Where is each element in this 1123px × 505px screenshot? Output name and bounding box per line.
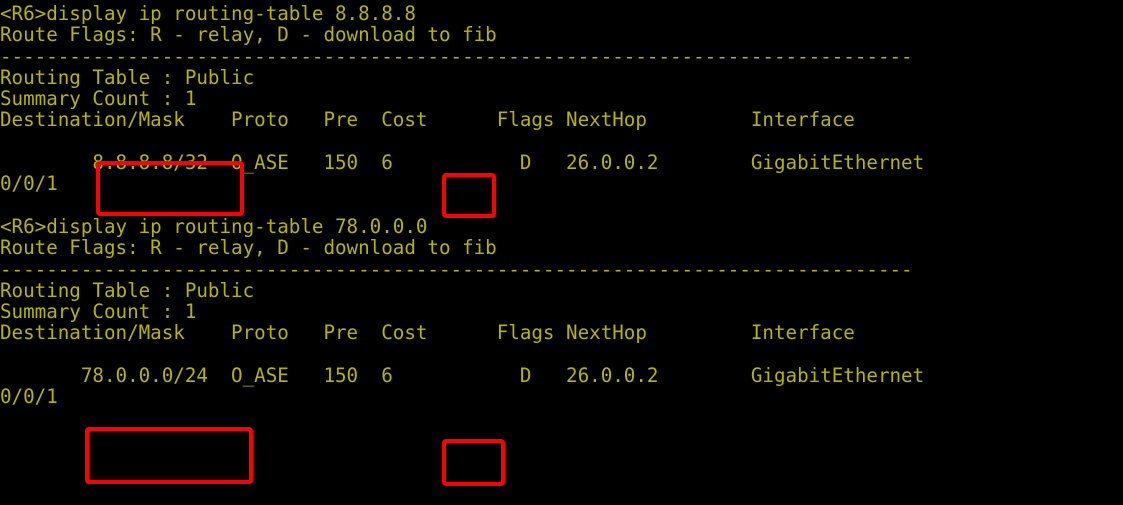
- terminal-line: <R6>display ip routing-table 8.8.8.8: [0, 2, 416, 25]
- terminal-line: Routing Table : Public: [0, 65, 255, 89]
- terminal-line: 0/0/1: [0, 172, 58, 196]
- terminal-line: Route Flags: R - relay, D - download to …: [0, 23, 497, 47]
- highlight-destination-78-0-0-0: [85, 427, 253, 484]
- terminal-line: <R6>display ip routing-table 78.0.0.0: [0, 214, 428, 238]
- terminal-line: ----------------------------------------…: [0, 257, 913, 281]
- highlight-cost-second: [442, 439, 505, 486]
- terminal-line: 0/0/1: [0, 385, 58, 409]
- terminal-line: Routing Table : Public: [0, 278, 255, 302]
- terminal-line: ----------------------------------------…: [0, 44, 913, 68]
- terminal-line: Destination/Mask Proto Pre Cost Flags Ne…: [0, 108, 855, 132]
- terminal-line: 78.0.0.0/24 O_ASE 150 6 D 26.0.0.2 Gigab…: [0, 364, 925, 388]
- terminal-line: Route Flags: R - relay, D - download to …: [0, 236, 497, 260]
- terminal-output[interactable]: <R6>display ip routing-table 8.8.8.8 Rout…: [0, 0, 1123, 408]
- terminal-line: 8.8.8.8/32 O_ASE 150 6 D 26.0.0.2 Gigabi…: [0, 151, 925, 175]
- terminal-line: Summary Count : 1: [0, 87, 197, 111]
- terminal-line: Summary Count : 1: [0, 300, 197, 324]
- terminal-line: Destination/Mask Proto Pre Cost Flags Ne…: [0, 321, 855, 345]
- terminal-screen[interactable]: <R6>display ip routing-table 8.8.8.8 Rout…: [0, 0, 1123, 505]
